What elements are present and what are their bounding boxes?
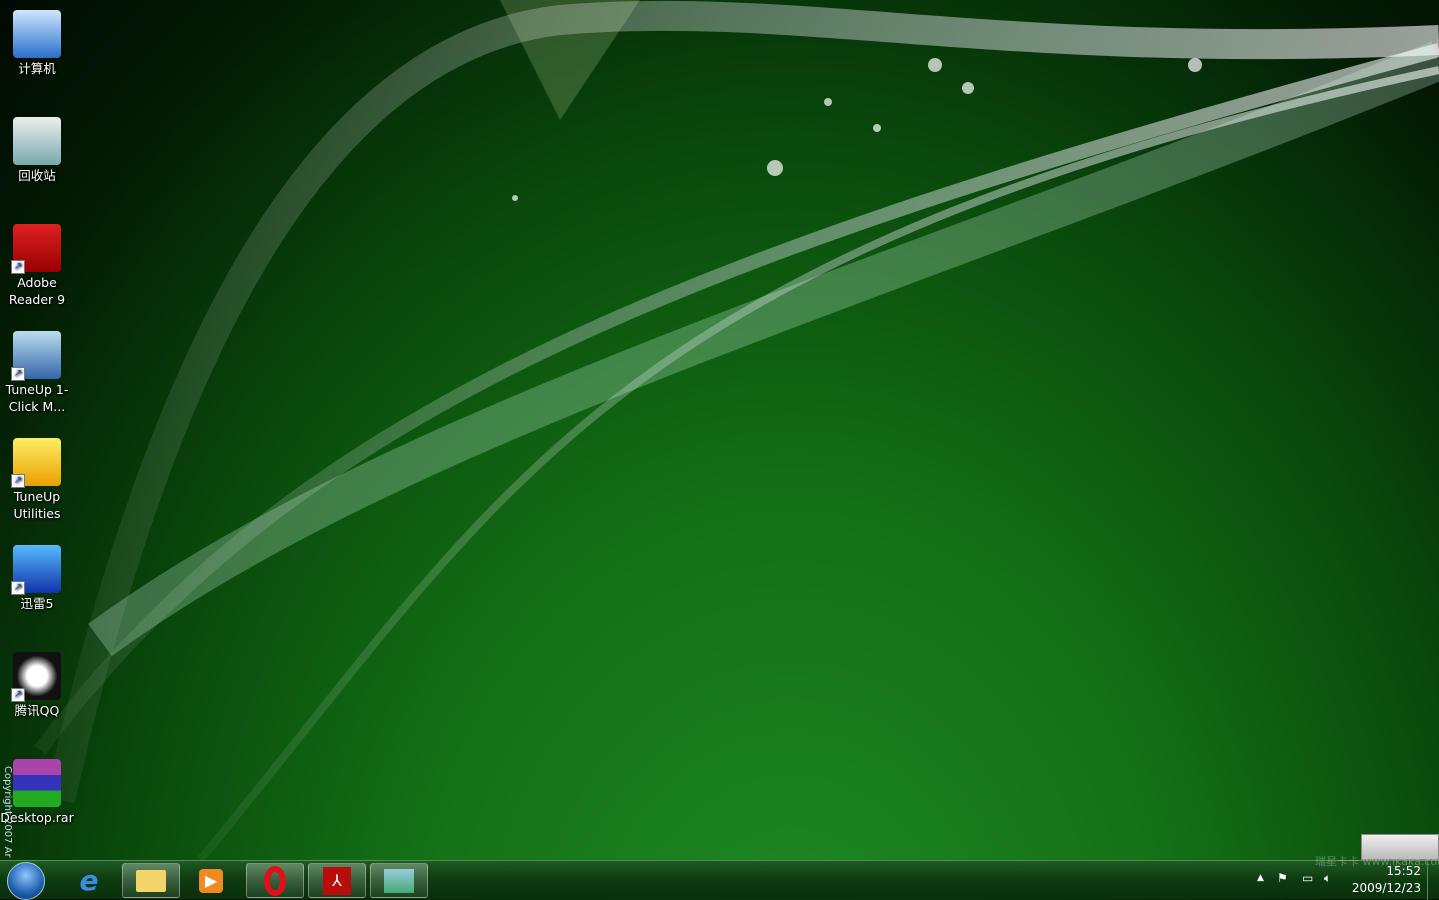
wallpaper-light-swooshes [34,0,1439,860]
desktop-icon[interactable]: ↗ Adobe Reader 9 [0,218,74,308]
folder-icon [136,869,166,892]
shortcut-arrow-icon: ↗ [11,367,25,381]
taskbar-opera[interactable] [246,863,304,898]
start-button[interactable] [7,862,45,900]
action-center-flag-icon[interactable]: ⚑ [1277,871,1288,885]
winrar-archive-icon [13,759,61,807]
desktop-icon-label: 计算机 [18,61,56,76]
show-desktop-button[interactable] [1427,861,1439,900]
shortcut-arrow-icon: ↗ [11,474,25,488]
taskbar-photo-viewer[interactable] [370,863,428,898]
recycle-bin-icon [13,117,61,165]
system-tray: ▲ ⚑ ▭ 🔈︎ 瑞星卡卡 www.ikaka.com 15:52 2009/1… [1249,855,1439,900]
desktop-icon[interactable]: ↗ 腾讯QQ [0,646,74,719]
desktop-icon-label: Adobe Reader 9 [8,275,66,307]
adobe-reader-icon: ↗ [11,224,61,274]
desktop-icon-label: 腾讯QQ [14,703,60,718]
taskbar-media-player[interactable]: ▶ [182,863,240,898]
desktop-icon-label: TuneUp 1-Click M... [5,382,69,414]
taskbar-adobe-reader[interactable]: ⅄ [308,863,366,898]
desktop-icon-label: 迅雷5 [20,596,54,611]
media-player-icon: ▶ [199,868,223,893]
desktop-icon-label: 回收站 [18,168,56,183]
internet-explorer-icon: e [79,864,99,897]
tuneup-1click-icon: ↗ [11,331,61,381]
shortcut-arrow-icon: ↗ [11,260,25,274]
adobe-reader-icon: ⅄ [323,866,351,895]
network-icon[interactable]: ▭ [1302,871,1313,885]
taskbar: e ▶ ⅄ ▲ ⚑ ▭ 🔈︎ 瑞星卡卡 www.ikaka.com 15:52 … [0,855,1439,900]
taskbar-windows-explorer[interactable] [122,863,180,898]
shortcut-arrow-icon: ↗ [11,581,25,595]
qq-icon: ↗ [11,652,61,702]
desktop-icon[interactable]: ↗ TuneUp Utilities [0,432,74,522]
show-hidden-icons-button[interactable]: ▲ [1257,873,1264,883]
clock[interactable]: 15:52 2009/12/23 [1352,863,1421,897]
photo-viewer-icon [384,868,414,893]
volume-icon[interactable]: 🔈︎ [1324,871,1331,886]
clock-date: 2009/12/23 [1351,881,1421,895]
desktop-icon[interactable]: ↗ TuneUp 1-Click M... [0,325,74,415]
desktop-icon[interactable]: 计算机 [0,4,74,77]
tuneup-utilities-icon: ↗ [11,438,61,488]
opera-icon [264,865,286,896]
computer-icon [13,10,61,58]
taskbar-internet-explorer[interactable]: e [60,863,118,898]
desktop-icon[interactable]: ↗ 迅雷5 [0,539,74,612]
clock-time: 15:52 [1386,864,1421,878]
shortcut-arrow-icon: ↗ [11,688,25,702]
copyright-text: Copyright 2007 Ar [2,766,13,858]
desktop-icon-label: TuneUp Utilities [13,489,61,521]
desktop-icon[interactable]: 回收站 [0,111,74,184]
thunder-icon: ↗ [11,545,61,595]
